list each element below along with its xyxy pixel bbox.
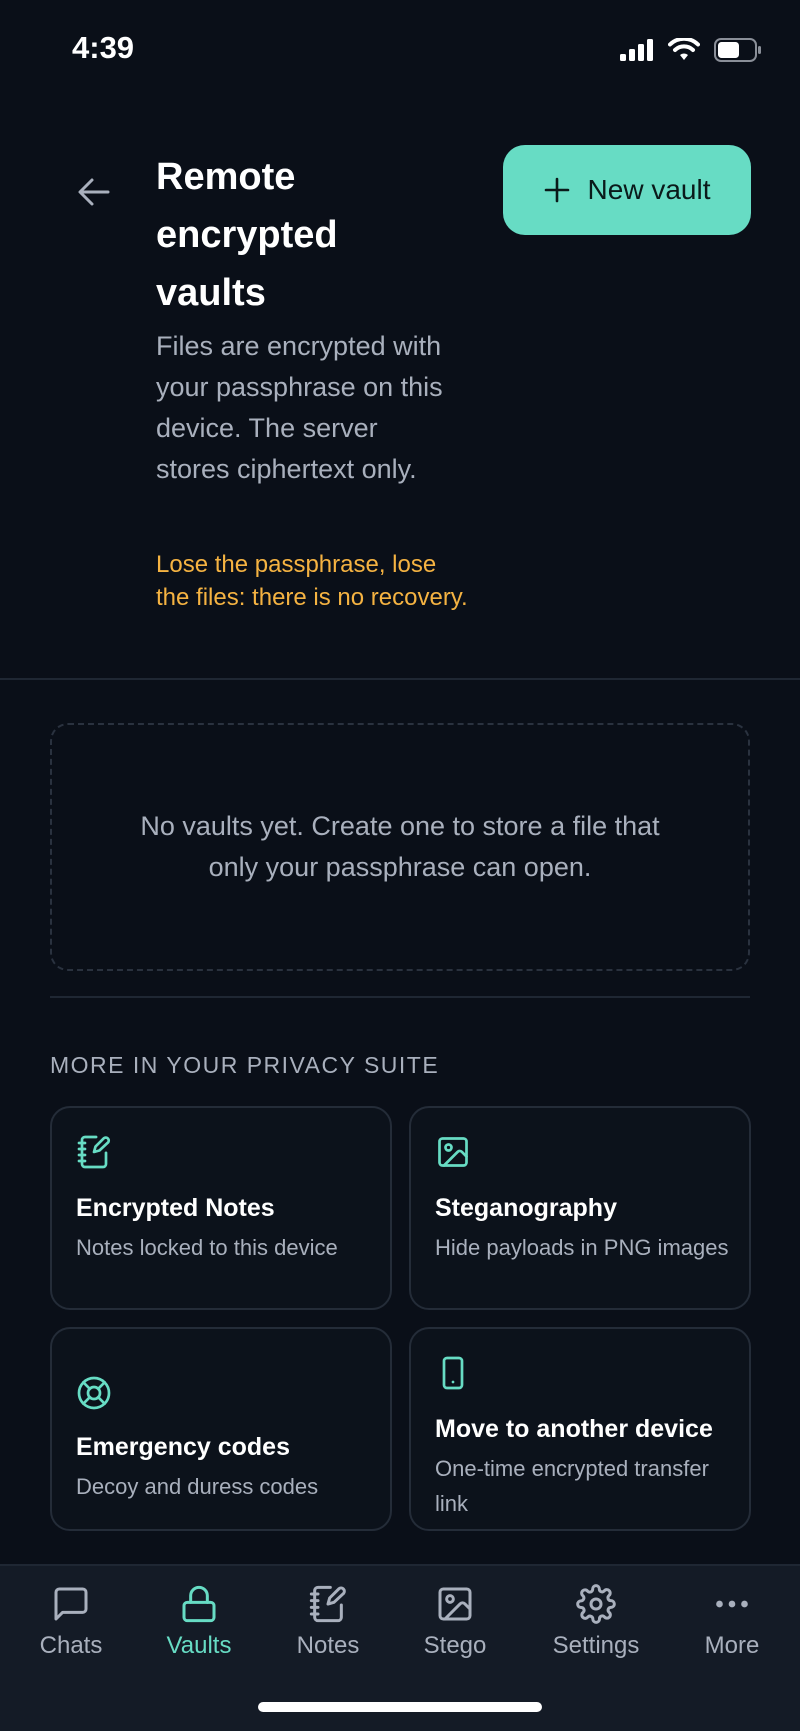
image-icon [438,1137,468,1167]
lock-icon [182,1585,216,1623]
new-vault-label: New vault [587,174,711,205]
smartphone-icon [442,1356,464,1390]
plus-icon [544,177,569,203]
steganography-card[interactable]: Steganography Hide payloads in PNG image… [409,1106,751,1310]
battery-icon [714,38,761,62]
status-time: 4:39 [72,30,135,65]
empty-state-text: No vaults yet. Create one to store a fil… [140,811,660,882]
page-title: Remote encrypted vaults [156,156,338,314]
card-title: Emergency codes [76,1433,290,1461]
nav-item-chats[interactable]: Chats [11,1584,131,1660]
home-indicator [258,1702,542,1712]
nav-item-settings[interactable]: Settings [536,1584,656,1660]
move-device-card[interactable]: Move to another device One-time encrypte… [409,1327,751,1531]
more-dots-icon [716,1600,748,1608]
back-button[interactable] [70,168,118,216]
nav-label: More [704,1632,760,1659]
nav-item-more[interactable]: More [672,1584,792,1660]
nav-item-notes[interactable]: Notes [268,1584,388,1660]
section-divider [50,996,750,998]
nav-label: Settings [552,1632,640,1659]
nav-item-vaults[interactable]: Vaults [139,1584,259,1660]
nav-label: Notes [296,1632,360,1659]
new-vault-button[interactable]: New vault [503,145,751,235]
empty-vaults-state: No vaults yet. Create one to store a fil… [50,723,750,971]
nav-item-stego[interactable]: Stego [395,1584,515,1660]
nav-label: Vaults [166,1632,232,1659]
emergency-codes-card[interactable]: Emergency codes Decoy and duress codes [50,1327,392,1531]
card-title: Move to another device [435,1415,713,1443]
status-icons [620,38,762,62]
notebook-edit-icon [309,1585,346,1623]
notebook-edit-icon [77,1135,111,1169]
recovery-warning: Lose the passphrase, lose the files: the… [156,551,468,611]
card-description: One-time encrypted transfer link [435,1456,709,1516]
card-description: Notes locked to this device [76,1235,338,1260]
card-title: Encrypted Notes [76,1194,275,1222]
nav-label: Chats [39,1632,103,1659]
card-description: Decoy and duress codes [76,1474,319,1499]
cellular-signal-icon [620,39,653,61]
wifi-icon [668,38,700,60]
gear-icon [576,1584,616,1624]
lifebuoy-icon [77,1376,111,1410]
nav-label: Stego [423,1632,487,1659]
privacy-suite-heading: MORE IN YOUR PRIVACY SUITE [50,1052,440,1078]
chat-bubble-icon [54,1587,88,1621]
status-bar: 4:39 [0,0,800,100]
header-divider [0,678,800,680]
card-description: Hide payloads in PNG images [435,1235,729,1260]
vaults-screen: 4:39 Remote encrypted vaults New vault F… [0,0,800,1731]
arrow-left-icon [78,178,110,206]
encrypted-notes-card[interactable]: Encrypted Notes Notes locked to this dev… [50,1106,392,1310]
card-title: Steganography [435,1194,617,1222]
page-subtitle: Files are encrypted with your passphrase… [156,331,443,484]
image-icon [438,1587,472,1621]
